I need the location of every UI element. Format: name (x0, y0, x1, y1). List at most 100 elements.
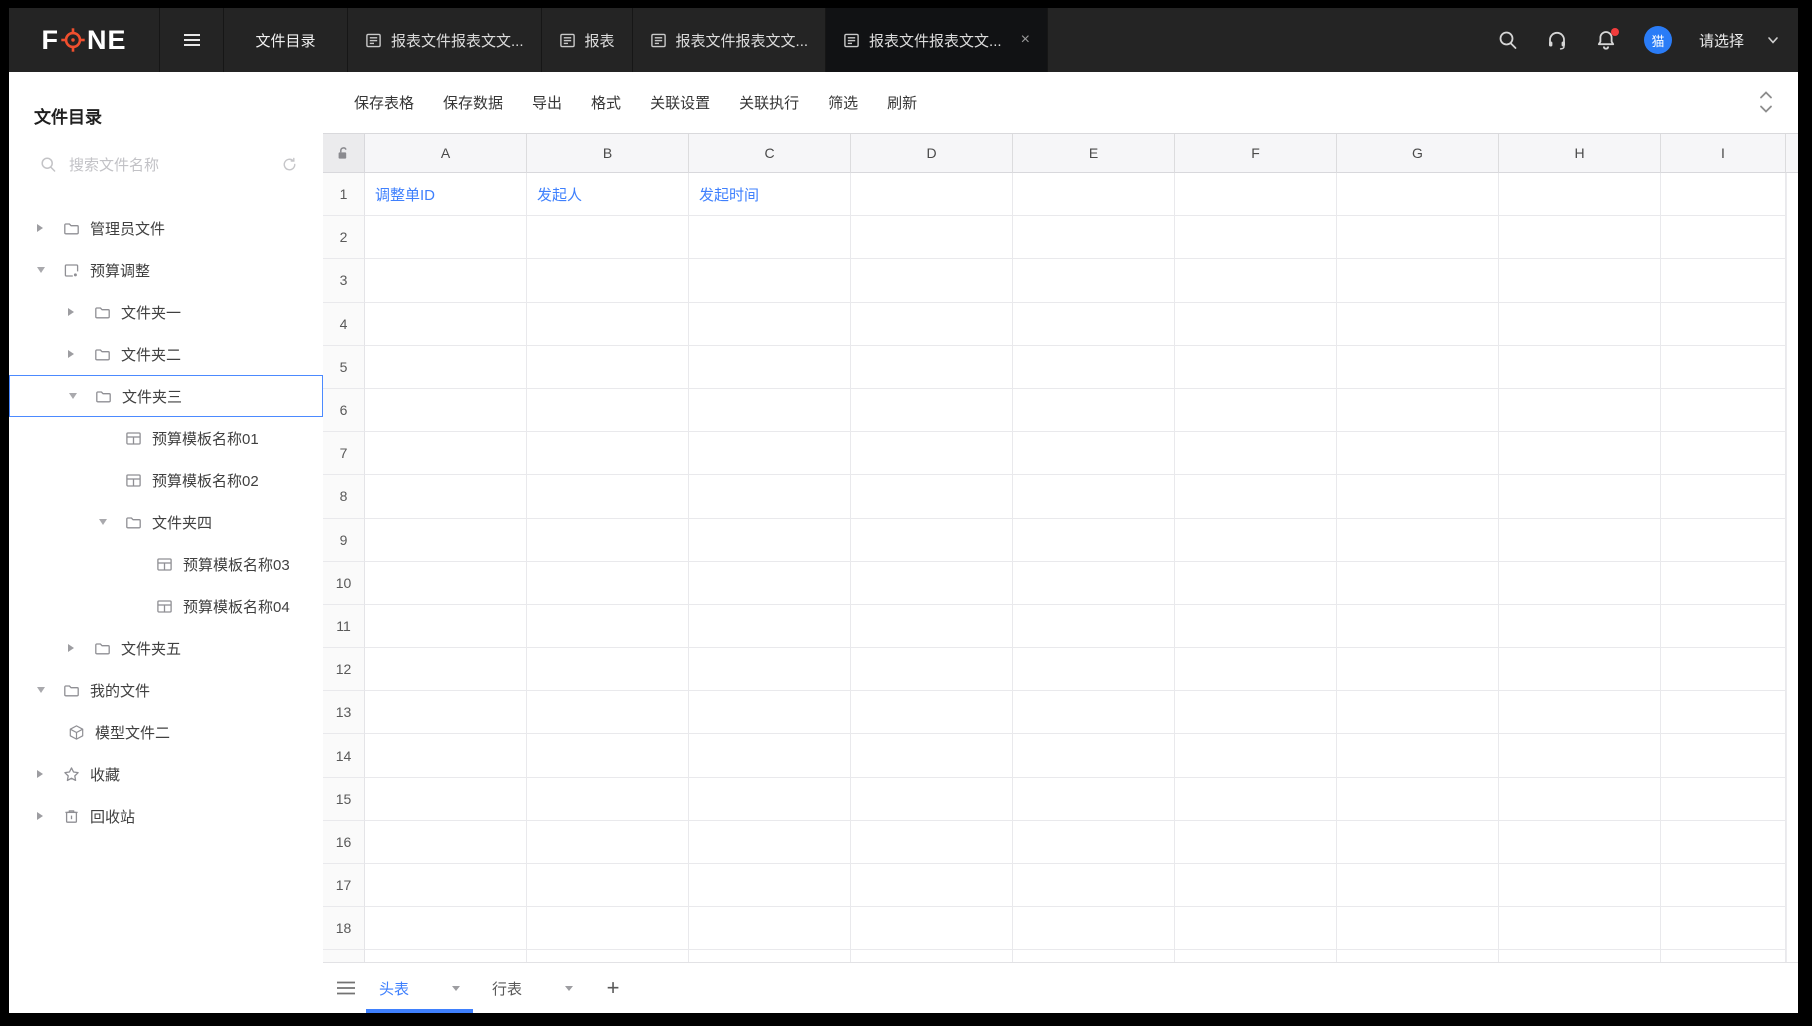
row-header-15[interactable]: 15 (323, 778, 365, 821)
tree-item-folder[interactable]: 预算调整 (9, 249, 323, 291)
column-header-C[interactable]: C (689, 134, 851, 173)
cell-F15[interactable] (1175, 778, 1337, 821)
cell-G10[interactable] (1337, 562, 1499, 605)
cell-A2[interactable] (365, 216, 527, 259)
cell-I9[interactable] (1661, 519, 1786, 562)
cell-G4[interactable] (1337, 303, 1499, 346)
toolbar-button[interactable]: 关联执行 (739, 92, 799, 113)
cell-B4[interactable] (527, 303, 689, 346)
cell-I15[interactable] (1661, 778, 1786, 821)
cell-F18[interactable] (1175, 907, 1337, 950)
cell-G11[interactable] (1337, 605, 1499, 648)
cell-A1[interactable]: 调整单ID (365, 173, 527, 216)
cell-F5[interactable] (1175, 346, 1337, 389)
tree-item-file[interactable]: 回收站 (9, 795, 323, 837)
cell-E1[interactable] (1013, 173, 1175, 216)
cell-A3[interactable] (365, 259, 527, 302)
tree-expand-arrow-icon[interactable] (37, 267, 63, 273)
cell-H15[interactable] (1499, 778, 1661, 821)
cell-E3[interactable] (1013, 259, 1175, 302)
cell-A8[interactable] (365, 475, 527, 518)
cell-B10[interactable] (527, 562, 689, 605)
tree-item-folder[interactable]: 管理员文件 (9, 207, 323, 249)
avatar[interactable]: 猫 (1644, 26, 1672, 54)
cell-B3[interactable] (527, 259, 689, 302)
cell-I4[interactable] (1661, 303, 1786, 346)
cell-B1[interactable]: 发起人 (527, 173, 689, 216)
tree-item-file[interactable]: 预算模板名称02 (9, 459, 323, 501)
tree-collapse-arrow-icon[interactable] (37, 224, 63, 232)
cell-E9[interactable] (1013, 519, 1175, 562)
user-select-dropdown[interactable]: 请选择 (1699, 30, 1780, 51)
cell-D15[interactable] (851, 778, 1013, 821)
row-header-8[interactable]: 8 (323, 475, 365, 518)
tree-item-folder[interactable]: 文件夹四 (9, 501, 323, 543)
cell-H4[interactable] (1499, 303, 1661, 346)
cell-A4[interactable] (365, 303, 527, 346)
cell-D19[interactable] (851, 950, 1013, 962)
cell-G13[interactable] (1337, 691, 1499, 734)
cell-C8[interactable] (689, 475, 851, 518)
cell-A5[interactable] (365, 346, 527, 389)
cell-B7[interactable] (527, 432, 689, 475)
cell-A15[interactable] (365, 778, 527, 821)
cell-E8[interactable] (1013, 475, 1175, 518)
cell-I5[interactable] (1661, 346, 1786, 389)
tree-collapse-arrow-icon[interactable] (68, 308, 94, 316)
cell-F4[interactable] (1175, 303, 1337, 346)
cell-F14[interactable] (1175, 734, 1337, 777)
cell-A10[interactable] (365, 562, 527, 605)
row-header-1[interactable]: 1 (323, 173, 365, 216)
tree-item-folder[interactable]: 文件夹五 (9, 627, 323, 669)
cell-F17[interactable] (1175, 864, 1337, 907)
cell-E15[interactable] (1013, 778, 1175, 821)
cell-E11[interactable] (1013, 605, 1175, 648)
cell-G3[interactable] (1337, 259, 1499, 302)
column-header-B[interactable]: B (527, 134, 689, 173)
cell-C16[interactable] (689, 821, 851, 864)
cell-D7[interactable] (851, 432, 1013, 475)
cell-H6[interactable] (1499, 389, 1661, 432)
cell-G15[interactable] (1337, 778, 1499, 821)
cell-H11[interactable] (1499, 605, 1661, 648)
cell-E17[interactable] (1013, 864, 1175, 907)
cell-G2[interactable] (1337, 216, 1499, 259)
cell-C13[interactable] (689, 691, 851, 734)
header-tab-active[interactable]: 报表文件报表文文...× (826, 8, 1048, 72)
cell-E12[interactable] (1013, 648, 1175, 691)
cell-I16[interactable] (1661, 821, 1786, 864)
cell-G16[interactable] (1337, 821, 1499, 864)
cell-E2[interactable] (1013, 216, 1175, 259)
cell-H8[interactable] (1499, 475, 1661, 518)
row-header-16[interactable]: 16 (323, 821, 365, 864)
cell-D8[interactable] (851, 475, 1013, 518)
tab-file-directory[interactable]: 文件目录 (224, 8, 348, 72)
caret-down-icon[interactable] (452, 986, 460, 991)
cell-C7[interactable] (689, 432, 851, 475)
cell-C9[interactable] (689, 519, 851, 562)
cell-D3[interactable] (851, 259, 1013, 302)
cell-H19[interactable] (1499, 950, 1661, 962)
cell-I19[interactable] (1661, 950, 1786, 962)
cell-D17[interactable] (851, 864, 1013, 907)
row-header-6[interactable]: 6 (323, 389, 365, 432)
cell-D11[interactable] (851, 605, 1013, 648)
cell-D13[interactable] (851, 691, 1013, 734)
cell-G19[interactable] (1337, 950, 1499, 962)
refresh-icon[interactable] (282, 157, 297, 172)
cell-F13[interactable] (1175, 691, 1337, 734)
tree-item-file[interactable]: 模型文件二 (9, 711, 323, 753)
row-header-17[interactable]: 17 (323, 864, 365, 907)
cell-F16[interactable] (1175, 821, 1337, 864)
cell-G5[interactable] (1337, 346, 1499, 389)
cell-D1[interactable] (851, 173, 1013, 216)
cell-I17[interactable] (1661, 864, 1786, 907)
bell-icon[interactable] (1595, 29, 1617, 51)
header-tab[interactable]: 报表文件报表文文... (633, 8, 827, 72)
cell-H9[interactable] (1499, 519, 1661, 562)
cell-A12[interactable] (365, 648, 527, 691)
cell-C11[interactable] (689, 605, 851, 648)
toolbar-button[interactable]: 导出 (532, 92, 562, 113)
cell-C5[interactable] (689, 346, 851, 389)
cell-D5[interactable] (851, 346, 1013, 389)
